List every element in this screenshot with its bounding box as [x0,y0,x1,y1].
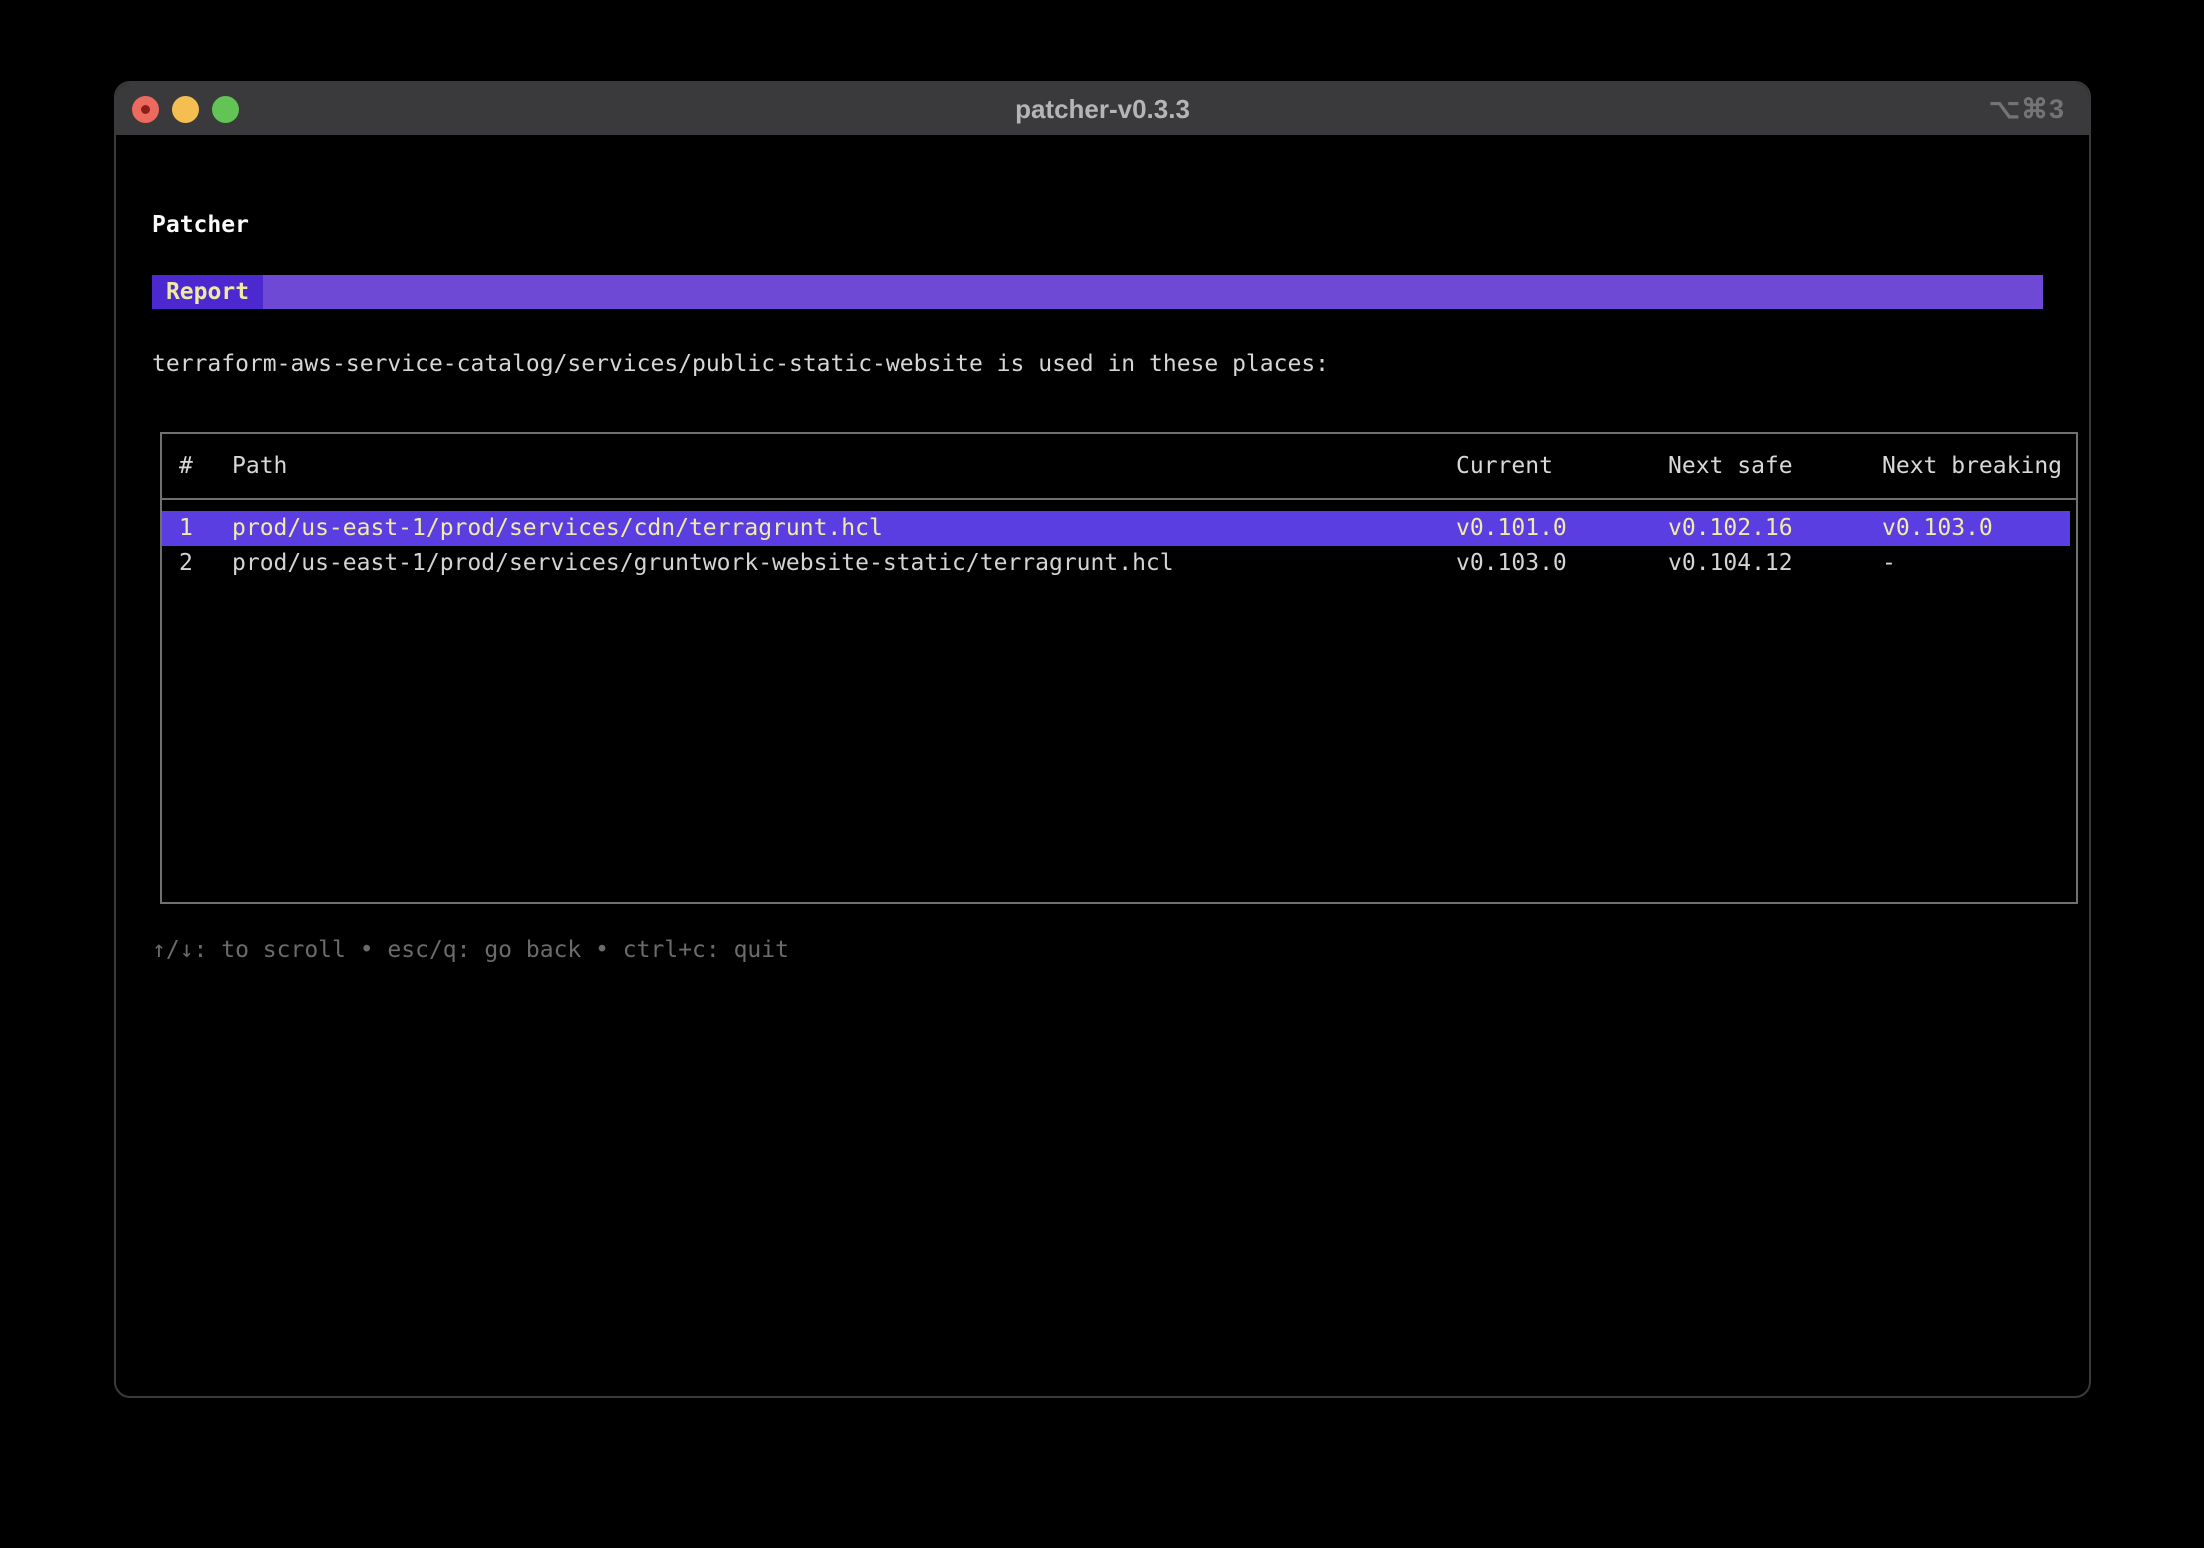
tab-report[interactable]: Report [152,275,263,309]
row-path: prod/us-east-1/prod/services/cdn/terragr… [232,511,883,546]
terminal-window: patcher-v0.3.3 ⌥⌘3 Patcher Report terraf… [114,81,2091,1398]
window-title: patcher-v0.3.3 [1015,94,1190,125]
column-header-next-breaking: Next breaking [1882,434,2062,498]
row-path: prod/us-east-1/prod/services/gruntwork-w… [232,546,1174,581]
row-index: 2 [179,546,193,581]
row-current: v0.101.0 [1456,511,1567,546]
table-header-row: # Path Current Next safe Next breaking [162,434,2076,500]
usage-table: # Path Current Next safe Next breaking 1… [160,432,2078,904]
minimize-button[interactable] [172,96,199,123]
close-button[interactable] [132,96,159,123]
app-heading: Patcher [152,208,249,242]
table-body: 1 prod/us-east-1/prod/services/cdn/terra… [162,500,2076,581]
column-header-next-safe: Next safe [1668,434,1793,498]
row-current: v0.103.0 [1456,546,1567,581]
row-next-safe: v0.102.16 [1668,511,1793,546]
usage-summary-text: terraform-aws-service-catalog/services/p… [152,347,1329,381]
row-next-breaking: - [1882,546,1896,581]
keybinding-hints: ↑/↓: to scroll • esc/q: go back • ctrl+c… [152,933,789,967]
row-next-safe: v0.104.12 [1668,546,1793,581]
window-titlebar[interactable]: patcher-v0.3.3 ⌥⌘3 [116,83,2089,135]
row-next-breaking: v0.103.0 [1882,511,1993,546]
zoom-button[interactable] [212,96,239,123]
column-header-current: Current [1456,434,1553,498]
table-row[interactable]: 2 prod/us-east-1/prod/services/gruntwork… [162,546,2076,581]
window-shortcut-badge: ⌥⌘3 [1989,83,2065,135]
table-row[interactable]: 1 prod/us-east-1/prod/services/cdn/terra… [162,511,2070,546]
row-index: 1 [179,511,193,546]
column-header-index: # [179,434,193,498]
tab-bar: Report [152,275,2043,309]
traffic-lights [132,83,239,135]
column-header-path: Path [232,434,287,498]
terminal-content: Patcher Report terraform-aws-service-cat… [116,135,2089,1396]
